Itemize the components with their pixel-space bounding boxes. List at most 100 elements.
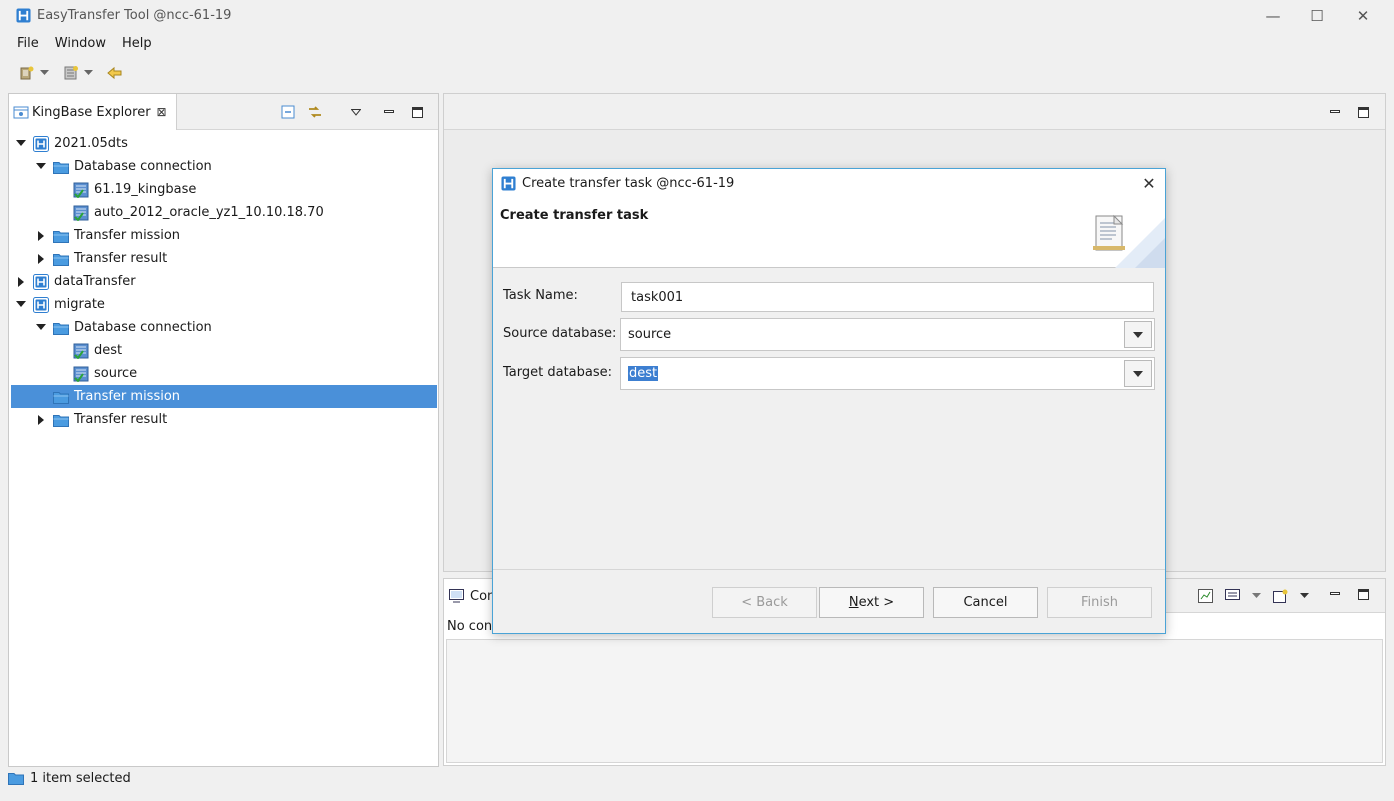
console-output-area[interactable]: [446, 639, 1383, 763]
open-console-button[interactable]: [1271, 587, 1289, 605]
tree-item-label: Transfer mission: [74, 389, 181, 404]
tree-item[interactable]: source: [11, 362, 437, 385]
project-icon: [33, 135, 49, 152]
tree-item-label: 61.19_kingbase: [94, 182, 197, 197]
editor-minimize-button[interactable]: [1326, 103, 1344, 121]
collapsed-arrow-icon[interactable]: [35, 230, 47, 242]
folder-icon: [53, 320, 69, 336]
cancel-button[interactable]: Cancel: [933, 587, 1038, 618]
display-console-button[interactable]: [1223, 587, 1241, 605]
source-dropdown-button[interactable]: [1124, 321, 1152, 348]
target-dropdown-button[interactable]: [1124, 360, 1152, 387]
tree-item-label: dataTransfer: [54, 274, 136, 289]
console-minimize-button[interactable]: [1326, 585, 1344, 603]
maximize-icon: [1357, 106, 1369, 118]
maximize-button[interactable]: ☐: [1294, 0, 1340, 31]
task-name-row: Task Name: task001: [493, 280, 1165, 312]
chevron-down-icon: [1133, 370, 1143, 377]
window-titlebar: EasyTransfer Tool @ncc-61-19 — ☐ ✕: [0, 0, 1394, 31]
open-console-dropdown[interactable]: [1295, 587, 1313, 605]
tree-item-label: Database connection: [74, 159, 212, 174]
back-button-dialog[interactable]: < Back: [712, 587, 817, 618]
close-icon[interactable]: ⊠: [157, 105, 167, 119]
task-name-label: Task Name:: [503, 288, 578, 303]
collapse-all-button[interactable]: [279, 103, 297, 121]
maximize-icon: [411, 106, 423, 118]
tab-kingbase-explorer[interactable]: KingBase Explorer ⊠: [9, 94, 177, 130]
source-database-value: source: [628, 327, 672, 342]
minimize-button[interactable]: —: [1250, 0, 1296, 31]
new-console-icon: [1272, 589, 1287, 603]
tree-item[interactable]: migrate: [11, 293, 437, 316]
task-name-input[interactable]: task001: [621, 282, 1154, 312]
dialog-close-button[interactable]: ✕: [1139, 173, 1159, 193]
minimize-view-button[interactable]: [380, 103, 398, 121]
expanded-arrow-icon[interactable]: [15, 138, 27, 150]
source-database-row: Source database: source: [493, 318, 1165, 351]
close-window-button[interactable]: ✕: [1340, 0, 1386, 31]
menu-file[interactable]: File: [9, 36, 47, 51]
collapsed-arrow-icon[interactable]: [15, 276, 27, 288]
back-button[interactable]: [104, 62, 126, 84]
db-connection-icon: [73, 343, 89, 359]
db-connection-icon: [73, 366, 89, 382]
new-project-icon: [20, 66, 34, 80]
menu-help[interactable]: Help: [114, 36, 160, 51]
tree-item[interactable]: dataTransfer: [11, 270, 437, 293]
finish-button[interactable]: Finish: [1047, 587, 1152, 618]
console-maximize-button[interactable]: [1354, 585, 1372, 603]
tree-item[interactable]: 2021.05dts: [11, 132, 437, 155]
project-icon: [33, 273, 49, 290]
banner-title: Create transfer task: [500, 208, 649, 223]
tree-item[interactable]: Transfer mission: [11, 385, 437, 408]
minimize-icon: [384, 110, 394, 113]
tree-item[interactable]: Transfer mission: [11, 224, 437, 247]
new-project-dropdown[interactable]: [38, 62, 50, 84]
chevron-down-icon: [83, 70, 93, 75]
expanded-arrow-icon[interactable]: [35, 161, 47, 173]
tree-item[interactable]: Transfer result: [11, 408, 437, 431]
new-project-button[interactable]: [16, 62, 38, 84]
view-menu-button[interactable]: [347, 103, 365, 121]
tree-item[interactable]: auto_2012_oracle_yz1_10.10.18.70: [11, 201, 437, 224]
chevron-down-icon: [39, 70, 49, 75]
collapsed-arrow-icon[interactable]: [35, 414, 47, 426]
project-icon: [33, 296, 49, 313]
back-arrow-icon: [107, 66, 122, 80]
next-button[interactable]: Next >: [819, 587, 924, 618]
tree-item[interactable]: 61.19_kingbase: [11, 178, 437, 201]
source-database-label: Source database:: [503, 326, 617, 341]
display-console-dropdown[interactable]: [1247, 587, 1265, 605]
collapsed-arrow-icon[interactable]: [35, 253, 47, 265]
chevron-down-icon: [351, 108, 361, 116]
menu-window[interactable]: Window: [47, 36, 114, 51]
dialog-separator: [493, 569, 1165, 570]
menubar: File Window Help: [0, 31, 160, 55]
expanded-arrow-icon[interactable]: [15, 299, 27, 311]
console-pin-button[interactable]: [1196, 587, 1214, 605]
tree-item-label: Transfer mission: [74, 228, 181, 243]
minimize-icon: [1330, 110, 1340, 113]
app-icon: [16, 8, 31, 23]
tree-item-label: Database connection: [74, 320, 212, 335]
console-body: No con: [444, 613, 1385, 765]
link-with-editor-button[interactable]: [306, 103, 324, 121]
main-toolbar: [0, 58, 126, 88]
status-bar: 1 item selected: [8, 768, 131, 788]
tree-item-label: 2021.05dts: [54, 136, 128, 151]
tree-item[interactable]: Database connection: [11, 316, 437, 339]
close-icon: ✕: [1142, 173, 1156, 193]
tree-item[interactable]: Database connection: [11, 155, 437, 178]
tree-item-label: Transfer result: [74, 412, 168, 427]
target-database-select[interactable]: dest: [620, 357, 1155, 390]
tree-item-label: auto_2012_oracle_yz1_10.10.18.70: [94, 205, 324, 220]
maximize-view-button[interactable]: [408, 103, 426, 121]
tree-item[interactable]: dest: [11, 339, 437, 362]
tree-item[interactable]: Transfer result: [11, 247, 437, 270]
new-connection-dropdown[interactable]: [82, 62, 94, 84]
editor-maximize-button[interactable]: [1354, 103, 1372, 121]
expanded-arrow-icon[interactable]: [35, 322, 47, 334]
source-database-select[interactable]: source: [620, 318, 1155, 351]
new-connection-button[interactable]: [60, 62, 82, 84]
